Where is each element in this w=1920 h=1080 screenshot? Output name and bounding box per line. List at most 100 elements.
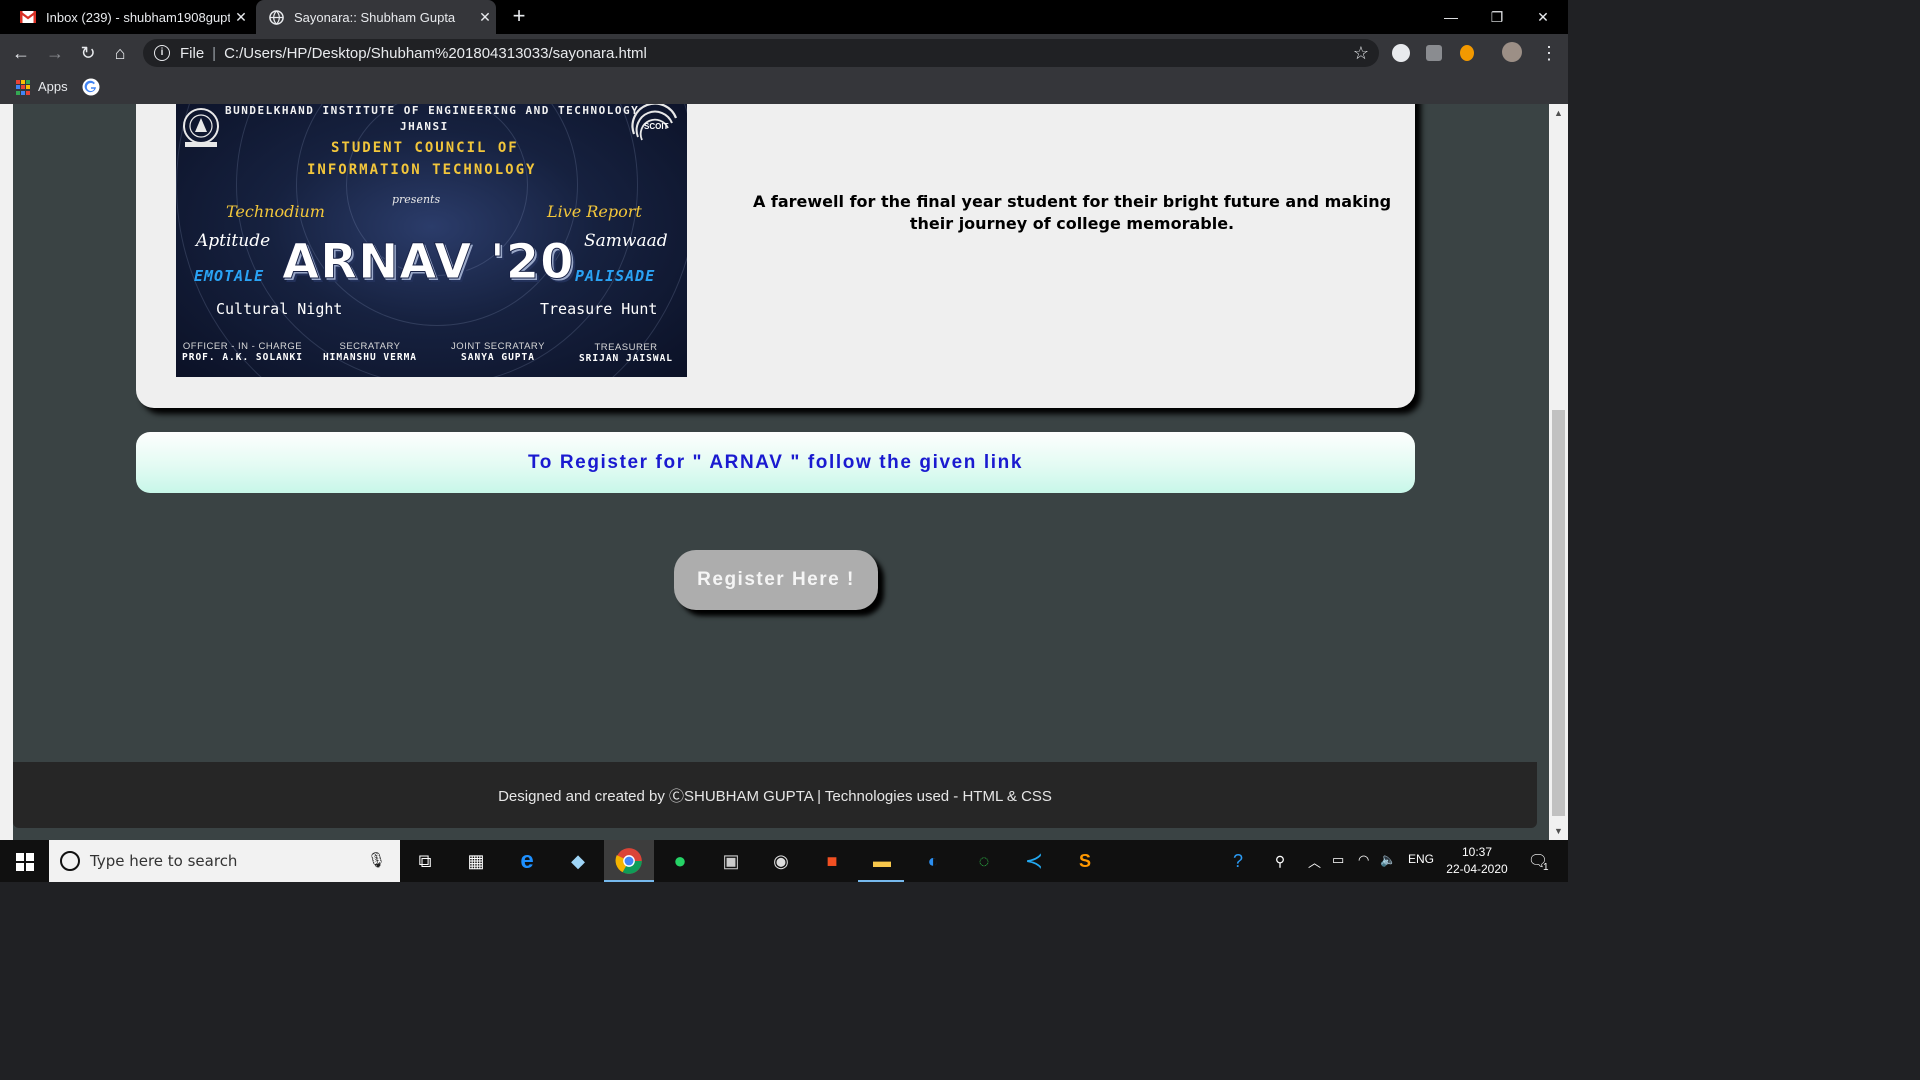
whatsapp-icon[interactable]: ● xyxy=(666,847,694,875)
poster-event-left-1: Technodium xyxy=(226,202,325,221)
official-name: SANYA GUPTA xyxy=(461,352,535,363)
poster-official-3: JOINT SECRATARY SANYA GUPTA xyxy=(438,341,558,363)
file-explorer-icon[interactable]: ▬ xyxy=(868,847,896,875)
vscode-icon[interactable]: ≺ xyxy=(1020,847,1048,875)
clock[interactable]: 10:37 22-04-2020 xyxy=(1444,844,1510,878)
restore-icon[interactable]: ❐ xyxy=(1474,0,1520,34)
reload-icon[interactable]: ↻ xyxy=(77,42,99,64)
app-blue-icon[interactable]: ◐ xyxy=(919,847,947,875)
poster-event-left-3: EMOTALE xyxy=(194,267,265,285)
microphone-icon[interactable]: 🎙 xyxy=(367,851,386,869)
windows-start-icon[interactable] xyxy=(16,853,34,871)
help-icon[interactable]: ? xyxy=(1224,847,1252,875)
divider: | xyxy=(212,44,217,62)
official-role: TREASURER xyxy=(594,342,658,353)
tab-sayonara[interactable]: Sayonara:: Shubham Gupta ✕ xyxy=(256,0,496,34)
scroll-down-icon[interactable]: ▼ xyxy=(1553,826,1564,836)
edge-icon[interactable]: e xyxy=(513,847,541,875)
extension-speed-icon[interactable] xyxy=(1392,44,1410,62)
store-icon[interactable]: ■ xyxy=(818,847,846,875)
new-tab-button[interactable]: + xyxy=(508,5,530,27)
poster-official-4: TREASURER SRIJAN JAISWAL xyxy=(568,342,684,364)
poster-official-1: OFFICER - IN - CHARGE PROF. A.K. SOLANKI xyxy=(180,341,305,363)
extension-square-icon[interactable] xyxy=(1426,45,1442,61)
sublime-icon[interactable]: S xyxy=(1071,847,1099,875)
poster-event-right-1: Live Report xyxy=(547,202,642,221)
poster-official-2: SECRATARY HIMANSHU VERMA xyxy=(310,341,430,363)
app-green-icon[interactable]: ◌ xyxy=(970,847,998,875)
register-banner: To Register for " ARNAV " follow the giv… xyxy=(136,432,1415,493)
footer-credit: Designed and created by ⒸSHUBHAM GUPTA |… xyxy=(498,787,1052,805)
chrome-icon[interactable] xyxy=(615,847,643,875)
chrome-active-indicator xyxy=(604,880,654,882)
address-bar[interactable]: i File | C:/Users/HP/Desktop/Shubham%201… xyxy=(143,39,1379,67)
back-icon[interactable]: ← xyxy=(10,42,32,64)
menu-kebab-icon[interactable]: ⋮ xyxy=(1538,42,1560,64)
apps-label[interactable]: Apps xyxy=(38,79,68,94)
cortana-icon[interactable] xyxy=(60,851,80,871)
close-tab-icon[interactable]: ✕ xyxy=(474,9,496,26)
tab-title: Sayonara:: Shubham Gupta xyxy=(294,9,456,25)
official-name: HIMANSHU VERMA xyxy=(322,352,418,363)
browser-toolbar: ← → ↻ ⌂ i File | C:/Users/HP/Desktop/Shu… xyxy=(0,34,1568,72)
snip-icon[interactable]: ◆ xyxy=(564,847,592,875)
poster-council-line2: INFORMATION TECHNOLOGY xyxy=(307,162,537,178)
official-name: SRIJAN JAISWAL xyxy=(578,353,674,364)
close-tab-icon[interactable]: ✕ xyxy=(230,9,252,26)
profile-avatar[interactable] xyxy=(1502,42,1522,62)
register-button[interactable]: Register Here ! xyxy=(674,550,878,610)
tab-title: Inbox (239) - shubham1908gupta xyxy=(46,9,230,25)
explorer-indicator xyxy=(858,880,904,882)
official-name: PROF. A.K. SOLANKI xyxy=(182,352,303,363)
language-indicator[interactable]: ENG xyxy=(1408,852,1434,866)
wifi-icon[interactable]: ◠ xyxy=(1358,852,1369,868)
tab-gmail[interactable]: Inbox (239) - shubham1908gupta ✕ xyxy=(8,0,252,34)
clock-date: 22-04-2020 xyxy=(1446,862,1508,876)
globe-icon xyxy=(268,9,284,25)
calculator-icon[interactable]: ▦ xyxy=(462,847,490,875)
scheme-label: File xyxy=(180,44,205,62)
official-role: JOINT SECRATARY xyxy=(451,341,545,352)
forward-icon[interactable]: → xyxy=(44,42,66,64)
home-icon[interactable]: ⌂ xyxy=(109,42,131,64)
taskbar-search[interactable]: Type here to search 🎙 xyxy=(49,840,400,882)
bookmark-star-icon[interactable]: ☆ xyxy=(1353,43,1369,64)
poster-council-line1: STUDENT COUNCIL OF xyxy=(331,140,519,156)
poster-event-right-4: Treasure Hunt xyxy=(540,300,658,318)
page-footer: Designed and created by ⒸSHUBHAM GUPTA |… xyxy=(13,762,1537,828)
people-icon[interactable]: ⚲ xyxy=(1266,847,1294,875)
windows-taskbar: Type here to search 🎙 ⧉ ▦ e ◆ ● ▣ ◉ ■ ▬ … xyxy=(0,840,1568,882)
tab-strip: Inbox (239) - shubham1908gupta ✕ Sayonar… xyxy=(0,0,1568,34)
page-scrollbar[interactable]: ▲ ▼ xyxy=(1549,104,1568,840)
official-role: SECRATARY xyxy=(339,341,401,352)
scoit-logo: SCOIT xyxy=(631,104,678,141)
extension-fire-icon[interactable] xyxy=(1460,45,1474,61)
minimize-icon[interactable]: — xyxy=(1428,0,1474,34)
search-placeholder[interactable]: Type here to search xyxy=(90,852,237,870)
college-emblem-icon xyxy=(183,108,219,147)
page-left-edge xyxy=(0,104,13,840)
scroll-up-icon[interactable]: ▲ xyxy=(1553,108,1564,118)
scroll-thumb[interactable] xyxy=(1552,410,1565,816)
app-tile-icon[interactable]: ▣ xyxy=(717,847,745,875)
volume-icon[interactable]: 🔈 xyxy=(1380,852,1396,868)
media-player-icon[interactable]: ◉ xyxy=(767,847,795,875)
task-view-icon[interactable]: ⧉ xyxy=(411,847,439,875)
close-window-icon[interactable]: ✕ xyxy=(1520,0,1566,34)
poster-event-right-2: Samwaad xyxy=(584,231,668,251)
event-description: A farewell for the final year student fo… xyxy=(752,192,1392,233)
apps-grid-icon[interactable] xyxy=(16,80,31,95)
notification-count: 1 xyxy=(1543,862,1549,873)
battery-icon[interactable]: ▭ xyxy=(1332,852,1344,868)
poster-city: JHANSI xyxy=(400,120,449,133)
poster-event-title: ARNAV '20 xyxy=(282,234,575,291)
bookmarks-bar: Apps xyxy=(0,72,1568,104)
register-banner-text: To Register for " ARNAV " follow the giv… xyxy=(527,451,1024,473)
scoit-logo-text: SCOIT xyxy=(644,122,669,131)
google-icon[interactable] xyxy=(82,78,100,96)
official-role: OFFICER - IN - CHARGE xyxy=(182,341,303,352)
chevron-up-icon[interactable]: ︿ xyxy=(1308,852,1321,871)
poster-presents: presents xyxy=(392,193,441,206)
url-text[interactable]: C:/Users/HP/Desktop/Shubham%201804313033… xyxy=(224,45,647,62)
info-icon[interactable]: i xyxy=(154,45,170,61)
